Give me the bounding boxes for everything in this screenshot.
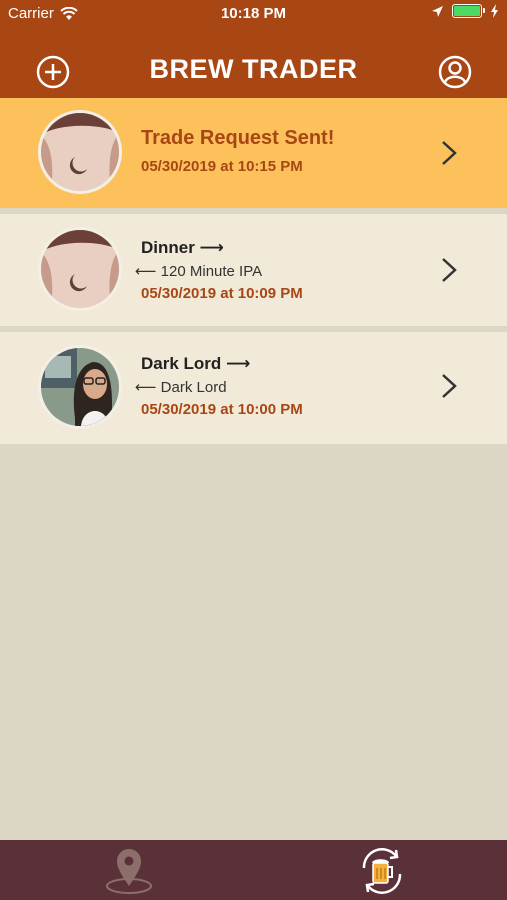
trade-row-dinner[interactable]: Dinner ⟶ ⟵ 120 Minute IPA 05/30/2019 at … xyxy=(0,214,507,326)
charging-bolt-icon xyxy=(491,4,498,18)
avatar xyxy=(38,110,122,194)
tab-trades[interactable] xyxy=(356,846,408,896)
chevron-right-icon xyxy=(442,374,457,398)
avatar xyxy=(38,227,122,311)
trade-row-request-sent[interactable]: Trade Request Sent! 05/30/2019 at 10:15 … xyxy=(0,98,507,208)
location-arrow-icon xyxy=(432,5,443,17)
tattoo-photo xyxy=(41,113,119,191)
profile-icon xyxy=(438,55,472,89)
woman-glasses-photo xyxy=(41,348,119,426)
app-header: Carrier 10:18 PM BREW TRADER xyxy=(0,0,507,98)
battery-fill xyxy=(454,6,480,16)
trade-timestamp: 05/30/2019 at 10:15 PM xyxy=(141,158,303,175)
tattoo-photo xyxy=(41,230,119,308)
chevron-right-icon xyxy=(442,141,457,165)
status-bar: Carrier 10:18 PM xyxy=(0,0,507,28)
tab-bar xyxy=(0,840,507,900)
map-pin-icon xyxy=(106,849,152,894)
trade-row-dark-lord[interactable]: Dark Lord ⟶ ⟵ Dark Lord 05/30/2019 at 10… xyxy=(0,332,507,444)
profile-button[interactable] xyxy=(438,55,472,89)
trade-title: Dinner ⟶ xyxy=(141,238,224,257)
trade-title: Dark Lord ⟶ xyxy=(141,354,251,373)
trade-timestamp: 05/30/2019 at 10:09 PM xyxy=(141,285,303,302)
tab-map[interactable] xyxy=(103,846,155,896)
beer-trade-icon xyxy=(362,848,402,894)
trade-timestamp: 05/30/2019 at 10:00 PM xyxy=(141,401,303,418)
app-title: BREW TRADER xyxy=(149,54,358,84)
status-right xyxy=(431,4,499,18)
chevron-right-icon xyxy=(442,258,457,282)
trade-received: ⟵ 120 Minute IPA xyxy=(135,263,263,280)
battery-icon xyxy=(452,4,485,18)
avatar xyxy=(38,345,122,429)
trade-received: ⟵ Dark Lord xyxy=(135,379,227,396)
trade-title: Trade Request Sent! xyxy=(141,127,335,149)
